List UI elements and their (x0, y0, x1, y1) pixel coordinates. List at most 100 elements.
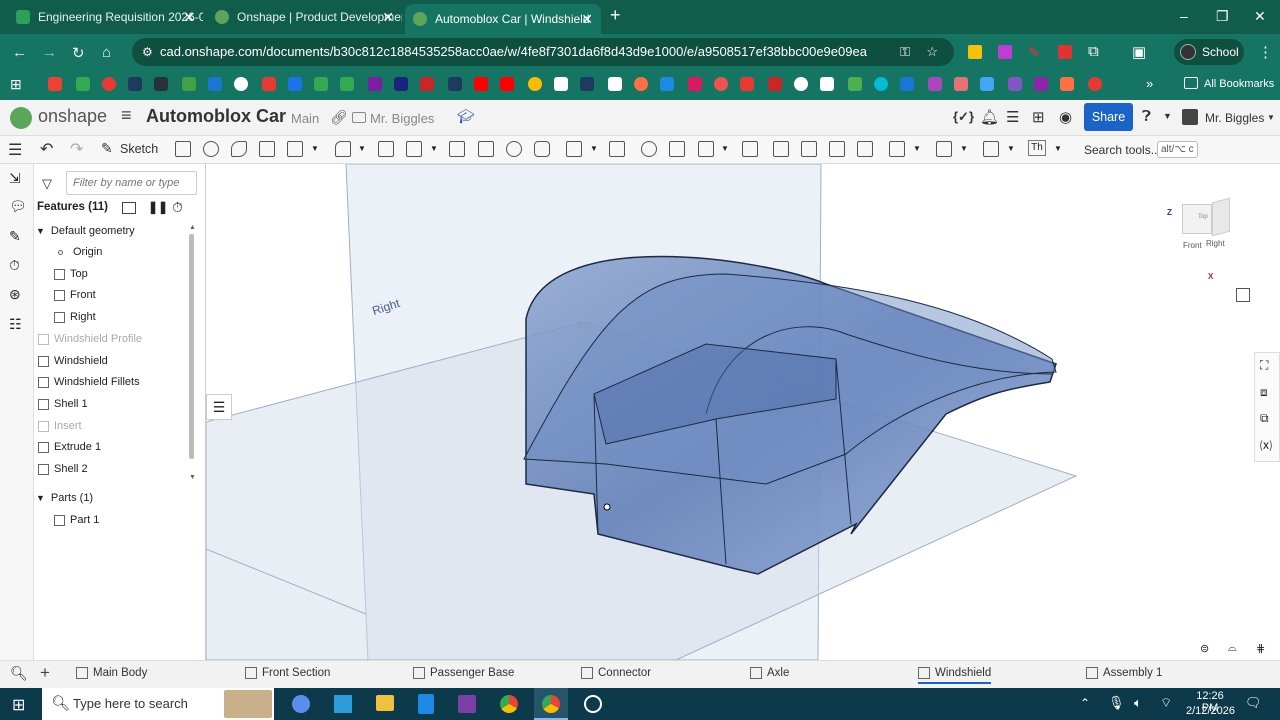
close-icon[interactable]: ✕ (581, 11, 593, 28)
rib-icon[interactable] (449, 141, 465, 157)
notification-center-icon[interactable]: 🗨︎ (1245, 695, 1262, 711)
feature-item[interactable]: Windshield Fillets (38, 372, 140, 392)
bookmark-icon[interactable] (208, 77, 222, 91)
plane-icon[interactable] (889, 141, 905, 157)
app-store-icon[interactable]: ⊞ (1032, 108, 1045, 126)
properties-icon[interactable]: ⧉ (1260, 411, 1269, 426)
user-name[interactable]: Mr. Biggles (1205, 111, 1264, 125)
extensions-puzzle-icon[interactable]: ⧉ (1088, 43, 1099, 60)
tab-passenger-base[interactable]: Passenger Base (413, 667, 514, 679)
scroll-down-icon[interactable]: ▼ (189, 474, 196, 481)
tab-assembly-1[interactable]: Assembly 1 (1086, 667, 1162, 679)
minimize-icon[interactable]: – (1180, 8, 1188, 24)
delete-part-icon[interactable] (742, 141, 758, 157)
close-icon[interactable]: ✕ (183, 9, 195, 26)
sketch-button[interactable]: Sketch (120, 142, 158, 156)
bookmark-icon[interactable] (1008, 77, 1022, 91)
bookmark-icon[interactable] (1034, 77, 1048, 91)
redo-icon[interactable]: ↷ (70, 139, 83, 159)
document-title[interactable]: Automoblox Car (146, 106, 286, 127)
home-icon[interactable]: ⌂ (102, 44, 111, 61)
chevron-down-icon[interactable]: ▼ (1267, 113, 1275, 122)
comment-icon[interactable]: 💬︎ (9, 198, 27, 215)
bookmark-icon[interactable] (900, 77, 914, 91)
chevron-down-icon[interactable]: ▼ (721, 144, 729, 153)
bookmark-icon[interactable] (634, 77, 648, 91)
tab-axle[interactable]: Axle (750, 667, 789, 679)
taskbar-app-icon[interactable] (584, 695, 602, 713)
calculator-icon[interactable] (418, 694, 434, 714)
extension-icon[interactable] (1058, 45, 1072, 59)
more-bookmarks-icon[interactable]: » (1146, 76, 1153, 91)
forms-bookmark-icon[interactable] (368, 77, 382, 91)
site-info-icon[interactable]: ⚙ (142, 38, 153, 66)
bookmark-icon[interactable] (660, 77, 674, 91)
shell-icon[interactable] (478, 141, 494, 157)
bookmark-icon[interactable] (528, 77, 542, 91)
tab-scroll-icon[interactable]: ⌓ (1228, 642, 1237, 655)
chevron-down-icon[interactable]: ▼ (36, 226, 45, 236)
close-icon[interactable]: ✕ (382, 9, 394, 26)
gmail-bookmark-icon[interactable] (48, 77, 62, 91)
url-field[interactable]: ⚙ cad.onshape.com/documents/b30c812c1884… (132, 38, 954, 66)
sheets-bookmark-icon[interactable] (340, 77, 354, 91)
chrome-icon[interactable] (500, 695, 518, 713)
feature-list-icon[interactable]: ☰ (8, 140, 22, 160)
feature-item[interactable]: Shell 2 (38, 459, 88, 479)
bookmark-icon[interactable] (448, 77, 462, 91)
tab-scroll-icon[interactable]: ⋕ (1256, 642, 1265, 655)
chevron-down-icon[interactable]: ▼ (1007, 144, 1015, 153)
tab-search-icon[interactable]: ▣ (1132, 43, 1146, 61)
wifi-icon[interactable]: ⌔ (1160, 695, 1172, 711)
model-scene[interactable] (206, 164, 1280, 660)
notes-icon[interactable]: ✎ (9, 228, 21, 245)
transform-icon[interactable] (698, 141, 714, 157)
youtube-bookmark-icon[interactable] (500, 77, 514, 91)
windows-start-icon[interactable]: ⊞ (12, 695, 25, 715)
bookmark-icon[interactable] (688, 77, 702, 91)
modify-fillet-icon[interactable] (773, 141, 789, 157)
notifications-bell-icon[interactable]: 🔔︎ (980, 108, 999, 126)
pen-extension-icon[interactable]: ✎ (1028, 44, 1040, 61)
graduation-cap-icon[interactable]: 🎓︎ (457, 108, 475, 125)
view-options-icon[interactable] (1236, 288, 1250, 302)
forward-icon[interactable]: → (42, 44, 57, 61)
link-icon[interactable]: 🔗︎ (330, 109, 348, 126)
delete-face-icon[interactable] (801, 141, 817, 157)
mate-connector-icon[interactable] (936, 141, 952, 157)
taskbar-search-box[interactable]: 🔍︎ Type here to search (42, 688, 274, 720)
taskbar-app-icon[interactable] (334, 695, 352, 713)
sheets-bookmark-icon[interactable] (314, 77, 328, 91)
apps-grid-icon[interactable]: ⊞ (10, 76, 22, 93)
google-bookmark-icon[interactable] (234, 77, 248, 91)
split-icon[interactable] (669, 141, 685, 157)
microphone-icon[interactable]: 🎙︎ (1108, 695, 1125, 711)
undo-icon[interactable]: ↶ (40, 139, 53, 159)
replace-face-icon[interactable] (857, 141, 873, 157)
feature-item[interactable]: Windshield Profile (38, 329, 142, 349)
configuration-icon[interactable]: ⧈ (1260, 385, 1268, 400)
feature-item[interactable]: Windshield (38, 351, 108, 371)
extension-icon[interactable] (968, 45, 982, 59)
thicken-icon[interactable] (287, 141, 303, 157)
learning-center-icon[interactable]: ◉ (1059, 108, 1072, 126)
parts-folder[interactable]: ▼ Parts (1) (36, 488, 93, 508)
timer-icon[interactable]: ⏱︎ (9, 257, 20, 274)
feature-list-toggle-icon[interactable]: ☰ (206, 394, 232, 420)
bookmark-icon[interactable] (848, 77, 862, 91)
bookmark-icon[interactable] (954, 77, 968, 91)
variable-studio-icon[interactable]: {✓} (953, 109, 974, 125)
feature-item[interactable]: Origin (54, 242, 102, 262)
filter-icon[interactable]: ▽ (42, 176, 52, 192)
bookmark-icon[interactable] (794, 77, 808, 91)
star-icon[interactable]: ☆ (926, 38, 938, 66)
pattern-icon[interactable] (566, 141, 582, 157)
chevron-down-icon[interactable]: ▼ (960, 144, 968, 153)
tab-windshield[interactable]: Windshield (918, 667, 992, 684)
chevron-down-icon[interactable]: ▼ (311, 144, 319, 153)
feature-item[interactable]: Right (54, 307, 96, 327)
back-icon[interactable]: ← (12, 44, 27, 61)
drive-bookmark-icon[interactable] (76, 77, 90, 91)
appearance-icon[interactable]: ⛶ (1260, 358, 1268, 373)
tab-main-body[interactable]: Main Body (76, 667, 147, 679)
